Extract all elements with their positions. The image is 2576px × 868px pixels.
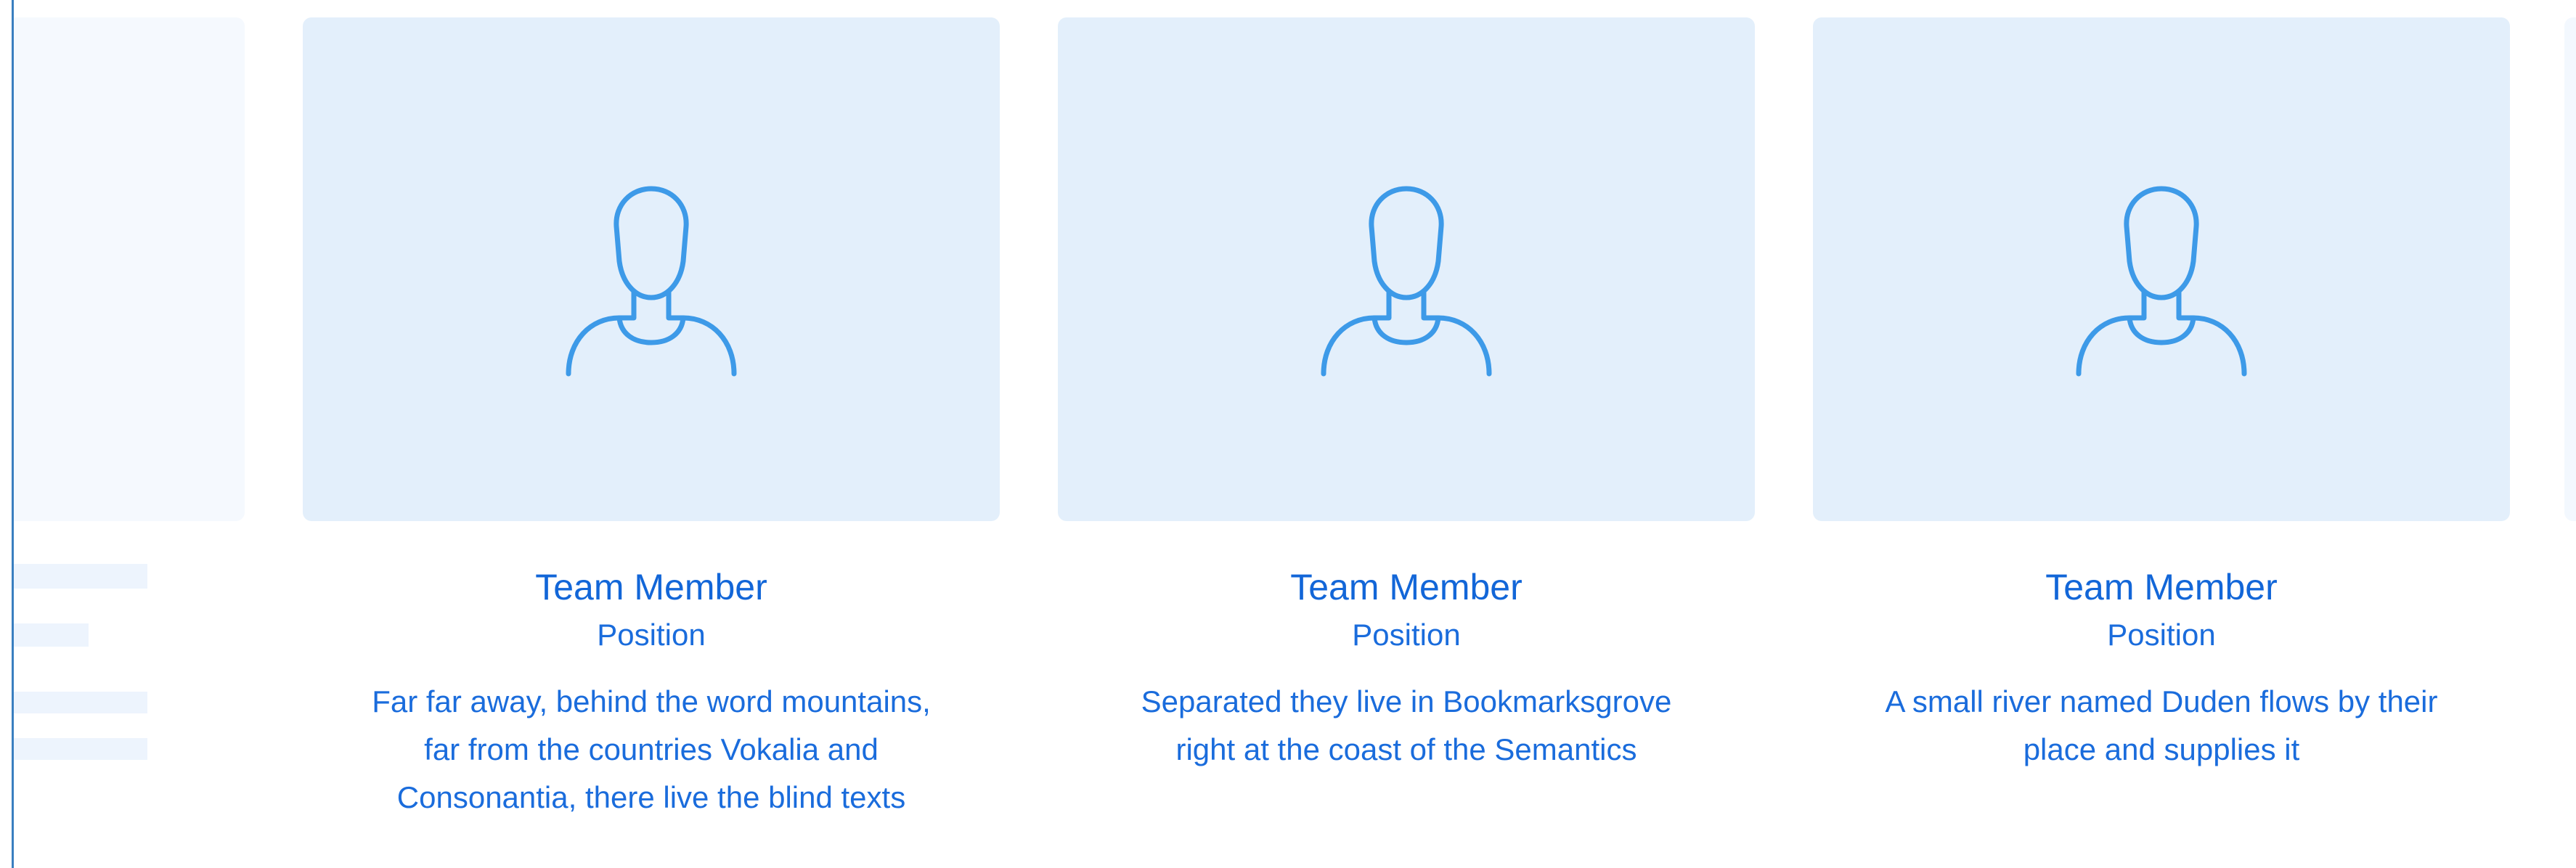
member-name: Team Member <box>535 567 767 607</box>
member-photo <box>1813 17 2510 521</box>
member-photo <box>303 17 1000 521</box>
member-position: Position <box>597 618 706 652</box>
user-avatar-icon <box>2076 186 2247 377</box>
member-photo <box>1058 17 1755 521</box>
member-name: Team Member <box>1290 567 1523 607</box>
next-card-faded[interactable] <box>2564 17 2576 521</box>
member-name: Team Member <box>2045 567 2278 607</box>
previous-card-text-placeholder <box>14 692 147 713</box>
user-avatar-icon <box>1321 186 1492 377</box>
previous-card-faded[interactable] <box>14 17 245 521</box>
team-carousel: Team Member Position Far far away, behin… <box>0 0 2576 868</box>
member-position: Position <box>1352 618 1461 652</box>
user-avatar-icon <box>566 186 737 377</box>
team-member-card[interactable]: Team Member Position Far far away, behin… <box>303 17 1000 822</box>
previous-card-text-placeholder <box>14 738 147 760</box>
previous-card-text-placeholder <box>14 623 89 647</box>
member-position: Position <box>2107 618 2216 652</box>
member-bio: A small river named Duden flows by their… <box>1885 684 2438 766</box>
member-bio: Far far away, behind the word mountains,… <box>372 684 931 814</box>
member-bio: Separated they live in Bookmarksgrove ri… <box>1141 684 1672 766</box>
previous-card-text-placeholder <box>14 564 147 589</box>
team-member-card[interactable]: Team Member Position Separated they live… <box>1058 17 1755 774</box>
team-member-card[interactable]: Team Member Position A small river named… <box>1813 17 2510 774</box>
